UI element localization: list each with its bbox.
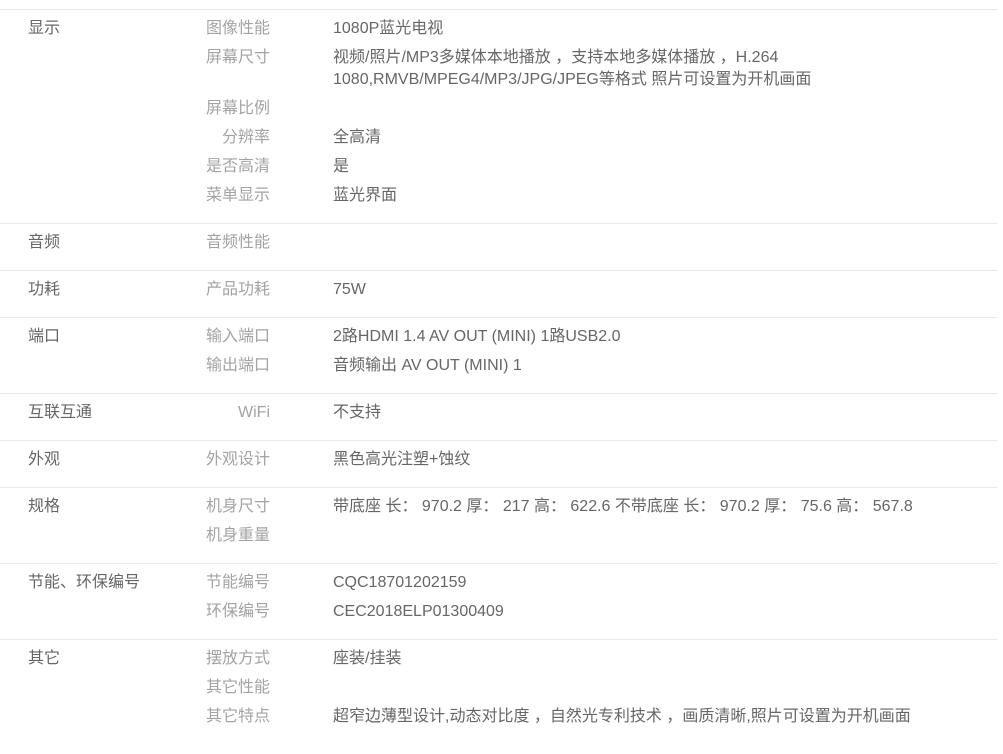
spec-row: 机身尺寸 带底座 长： 970.2 厚： 217 高： 622.6 不带底座 长… [190, 496, 997, 518]
spec-value [270, 525, 997, 547]
spec-value: CEC2018ELP01300409 [270, 601, 997, 623]
spec-row: 菜单显示 蓝光界面 [190, 185, 997, 207]
spec-row: WiFi 不支持 [190, 402, 997, 424]
spec-section-dimensions: 规格 机身尺寸 带底座 长： 970.2 厚： 217 高： 622.6 不带底… [0, 487, 997, 563]
spec-value: 视频/照片/MP3多媒体本地播放 ，支持本地多媒体播放 ，H.264 1080,… [270, 47, 997, 91]
category-label: 互联互通 [0, 402, 190, 431]
category-label: 节能、环保编号 [0, 572, 190, 630]
spec-row: 环保编号 CEC2018ELP01300409 [190, 601, 997, 623]
category-label: 规格 [0, 496, 190, 554]
spec-label: 机身重量 [190, 525, 270, 547]
spec-label: 图像性能 [190, 18, 270, 40]
spec-label: 分辨率 [190, 127, 270, 149]
spec-section-power: 功耗 产品功耗 75W [0, 270, 997, 317]
spec-value: 蓝光界面 [270, 185, 997, 207]
spec-row: 产品功耗 75W [190, 279, 997, 301]
product-spec-table: 显示 图像性能 1080P蓝光电视 屏幕尺寸 视频/照片/MP3多媒体本地播放 … [0, 9, 997, 744]
spec-label: 是否高清 [190, 156, 270, 178]
spec-rows: 输入端口 2路HDMI 1.4 AV OUT (MINI) 1路USB2.0 输… [190, 326, 997, 384]
spec-row: 输出端口 音频输出 AV OUT (MINI) 1 [190, 355, 997, 377]
spec-value: CQC18701202159 [270, 572, 997, 594]
spec-value: 黑色高光注塑+蚀纹 [270, 449, 997, 471]
spec-row: 屏幕尺寸 视频/照片/MP3多媒体本地播放 ，支持本地多媒体播放 ，H.264 … [190, 47, 997, 91]
spec-value: 是 [270, 156, 997, 178]
spec-value [270, 98, 997, 120]
spec-section-other: 其它 摆放方式 座装/挂装 其它性能 其它特点 超窄边薄型设计,动态对比度 ，自… [0, 639, 997, 744]
spec-rows: 音频性能 [190, 232, 997, 261]
spec-rows: 产品功耗 75W [190, 279, 997, 308]
spec-label: 机身尺寸 [190, 496, 270, 518]
spec-row: 摆放方式 座装/挂装 [190, 648, 997, 670]
spec-row: 外观设计 黑色高光注塑+蚀纹 [190, 449, 997, 471]
spec-label: 输出端口 [190, 355, 270, 377]
spec-row: 图像性能 1080P蓝光电视 [190, 18, 997, 40]
spec-label: 产品功耗 [190, 279, 270, 301]
spec-label: 菜单显示 [190, 185, 270, 207]
spec-row: 分辨率 全高清 [190, 127, 997, 149]
spec-row: 是否高清 是 [190, 156, 997, 178]
spec-value: 不支持 [270, 402, 997, 424]
spec-row: 屏幕比例 [190, 98, 997, 120]
spec-value: 全高清 [270, 127, 997, 149]
category-label: 其它 [0, 648, 190, 735]
spec-value: 75W [270, 279, 997, 301]
spec-label: 摆放方式 [190, 648, 270, 670]
spec-label: 节能编号 [190, 572, 270, 594]
spec-value: 2路HDMI 1.4 AV OUT (MINI) 1路USB2.0 [270, 326, 997, 348]
spec-label: 音频性能 [190, 232, 270, 254]
spec-rows: 机身尺寸 带底座 长： 970.2 厚： 217 高： 622.6 不带底座 长… [190, 496, 997, 554]
spec-row: 机身重量 [190, 525, 997, 547]
spec-label: WiFi [190, 402, 270, 424]
category-label: 功耗 [0, 279, 190, 308]
spec-row: 输入端口 2路HDMI 1.4 AV OUT (MINI) 1路USB2.0 [190, 326, 997, 348]
spec-row: 其它特点 超窄边薄型设计,动态对比度 ，自然光专利技术 ，画质清晰,照片可设置为… [190, 706, 997, 728]
category-label: 端口 [0, 326, 190, 384]
spec-value [270, 232, 997, 254]
spec-rows: 外观设计 黑色高光注塑+蚀纹 [190, 449, 997, 478]
spec-value: 超窄边薄型设计,动态对比度 ，自然光专利技术 ，画质清晰,照片可设置为开机画面 [270, 706, 997, 728]
spec-section-display: 显示 图像性能 1080P蓝光电视 屏幕尺寸 视频/照片/MP3多媒体本地播放 … [0, 9, 997, 223]
spec-section-appearance: 外观 外观设计 黑色高光注塑+蚀纹 [0, 440, 997, 487]
spec-value: 音频输出 AV OUT (MINI) 1 [270, 355, 997, 377]
spec-rows: 节能编号 CQC18701202159 环保编号 CEC2018ELP01300… [190, 572, 997, 630]
spec-value: 带底座 长： 970.2 厚： 217 高： 622.6 不带底座 长： 970… [270, 496, 997, 518]
spec-label: 其它性能 [190, 677, 270, 699]
spec-label: 输入端口 [190, 326, 270, 348]
spec-label: 其它特点 [190, 706, 270, 728]
spec-section-audio: 音频 音频性能 [0, 223, 997, 270]
category-label: 显示 [0, 18, 190, 214]
spec-rows: 摆放方式 座装/挂装 其它性能 其它特点 超窄边薄型设计,动态对比度 ，自然光专… [190, 648, 997, 735]
spec-value: 1080P蓝光电视 [270, 18, 997, 40]
spec-label: 屏幕比例 [190, 98, 270, 120]
spec-rows: WiFi 不支持 [190, 402, 997, 431]
spec-value [270, 677, 997, 699]
spec-row: 节能编号 CQC18701202159 [190, 572, 997, 594]
spec-rows: 图像性能 1080P蓝光电视 屏幕尺寸 视频/照片/MP3多媒体本地播放 ，支持… [190, 18, 997, 214]
spec-label: 外观设计 [190, 449, 270, 471]
spec-section-ports: 端口 输入端口 2路HDMI 1.4 AV OUT (MINI) 1路USB2.… [0, 317, 997, 393]
category-label: 外观 [0, 449, 190, 478]
spec-row: 其它性能 [190, 677, 997, 699]
spec-row: 音频性能 [190, 232, 997, 254]
spec-value: 座装/挂装 [270, 648, 997, 670]
category-label: 音频 [0, 232, 190, 261]
spec-label: 屏幕尺寸 [190, 47, 270, 91]
spec-section-connectivity: 互联互通 WiFi 不支持 [0, 393, 997, 440]
spec-section-certification: 节能、环保编号 节能编号 CQC18701202159 环保编号 CEC2018… [0, 563, 997, 639]
spec-label: 环保编号 [190, 601, 270, 623]
